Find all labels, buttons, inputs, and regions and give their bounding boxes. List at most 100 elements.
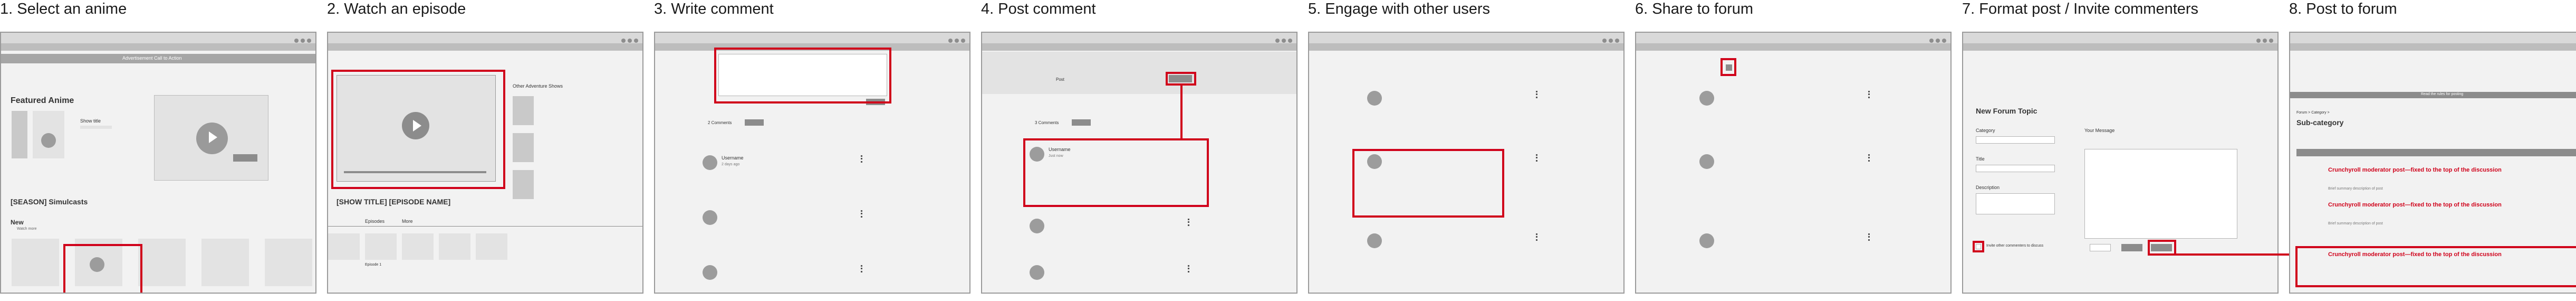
- avatar-icon: [1699, 233, 1714, 248]
- breadcrumb[interactable]: Forum > Category >: [2296, 111, 2330, 115]
- new-heading: New: [11, 219, 24, 226]
- forum-row-desc: Brief summary description of post: [2328, 222, 2383, 225]
- step-5-title: 5. Engage with other users: [1308, 1, 1490, 17]
- comment-input-area[interactable]: [982, 52, 1296, 94]
- browser-chrome: [1309, 33, 1623, 44]
- step-4-panel: 4. Post comment Post 3 Comments Username…: [981, 0, 1297, 301]
- comment-more-icon[interactable]: [1868, 233, 1871, 241]
- highlight-new-comment: [1023, 138, 1209, 207]
- anime-card-5[interactable]: [265, 239, 312, 286]
- avatar-icon: [1699, 91, 1714, 106]
- comment-count: 2 Comments: [708, 120, 732, 125]
- connector-line: [1180, 86, 1183, 139]
- comment-user[interactable]: Username: [722, 155, 744, 161]
- comment-more-icon[interactable]: [861, 265, 864, 272]
- forum-row-title[interactable]: Crunchyroll moderator post—fixed to the …: [2296, 202, 2576, 208]
- sort-dropdown[interactable]: [1072, 119, 1091, 126]
- step-2-title: 2. Watch an episode: [327, 1, 466, 17]
- avatar-icon: [1030, 219, 1044, 233]
- comment-more-icon[interactable]: [861, 210, 864, 218]
- browser-chrome: [1963, 33, 2277, 44]
- avatar-icon: [1030, 265, 1044, 280]
- browser-chrome: [2290, 33, 2576, 44]
- highlight-engage: [1352, 149, 1504, 218]
- episode-thumb-5[interactable]: [476, 233, 507, 260]
- step-7-panel: 7. Format post / Invite commenters New F…: [1962, 0, 2279, 301]
- comment-more-icon[interactable]: [1188, 219, 1191, 226]
- browser-chrome: [1636, 33, 1950, 44]
- wireframe-share: [1635, 32, 1952, 294]
- step-5-panel: 5. Engage with other users: [1308, 0, 1625, 301]
- step-3-title: 3. Write comment: [654, 1, 774, 17]
- nav-bar: [2290, 43, 2576, 51]
- nav-bar: [1636, 43, 1950, 51]
- highlight-select-anime: [63, 244, 142, 293]
- wireframe-browse: Advertisement Call to Action Featured An…: [0, 32, 316, 294]
- step-6-title: 6. Share to forum: [1635, 1, 1754, 17]
- highlight-share-icon: [1720, 58, 1736, 76]
- browser-chrome: [1, 33, 315, 44]
- comment-more-icon[interactable]: [1868, 154, 1871, 162]
- category-select[interactable]: [1976, 136, 2055, 144]
- highlight-post: [2148, 240, 2176, 256]
- featured-thumb-left[interactable]: [12, 111, 27, 158]
- comment-more-icon[interactable]: [1188, 265, 1191, 272]
- highlight-new-post: [2295, 246, 2576, 287]
- avatar-icon: [1699, 154, 1714, 169]
- featured-card-title: Show title: [80, 118, 101, 124]
- description-label: Description: [1976, 185, 2000, 190]
- title-label: Title: [1976, 156, 1985, 162]
- comment-count: 3 Comments: [1035, 120, 1059, 125]
- description-input[interactable]: [1976, 193, 2055, 214]
- nav-bar: [328, 43, 642, 51]
- title-input[interactable]: [1976, 165, 2055, 172]
- related-thumb-3[interactable]: [513, 170, 534, 199]
- tab-episodes[interactable]: Episodes: [365, 219, 385, 224]
- related-thumb-2[interactable]: [513, 133, 534, 162]
- preview-button[interactable]: [2121, 244, 2142, 251]
- wireframe-post-comment: Post 3 Comments Username Just now: [981, 32, 1297, 294]
- comment-more-icon[interactable]: [1536, 154, 1539, 162]
- cancel-button[interactable]: [2090, 244, 2111, 251]
- simulcasts-heading: [SEASON] Simulcasts: [11, 197, 88, 206]
- new-watch-more[interactable]: Watch more: [17, 227, 36, 231]
- forum-row-title[interactable]: Crunchyroll moderator post—fixed to the …: [2296, 167, 2576, 173]
- rules-note[interactable]: Read the rules for posting: [2421, 92, 2463, 96]
- featured-text-line: [80, 126, 112, 129]
- highlight-video: [331, 70, 505, 189]
- nav-bar: [1, 43, 315, 51]
- avatar-icon: [1367, 233, 1382, 248]
- wireframe-forum-list: Read the rules for posting Forum > Categ…: [2289, 32, 2576, 294]
- related-thumb-1[interactable]: [513, 96, 534, 125]
- subcategory-heading: Sub-category: [2296, 118, 2344, 127]
- episode-thumb-3[interactable]: [402, 233, 434, 260]
- anime-card-1[interactable]: [12, 239, 59, 286]
- episode-thumb-1[interactable]: [328, 233, 360, 260]
- browser-chrome: [655, 33, 969, 44]
- post-label: Post: [1056, 77, 1065, 82]
- ad-banner[interactable]: Advertisement Call to Action: [1, 54, 315, 63]
- tab-more[interactable]: More: [402, 219, 413, 224]
- wireframe-watch: Other Adventure Shows [SHOW TITLE] [EPIS…: [327, 32, 643, 294]
- nav-bar: [982, 43, 1296, 51]
- category-label: Category: [1976, 128, 1995, 133]
- hero-watch-button[interactable]: [233, 154, 257, 162]
- sort-dropdown[interactable]: [745, 119, 764, 126]
- step-8-panel: 8. Post to forum Read the rules for post…: [2289, 0, 2576, 301]
- anime-card-3[interactable]: [138, 239, 186, 286]
- message-input[interactable]: [2084, 149, 2237, 239]
- comment-more-icon[interactable]: [1536, 233, 1539, 241]
- comment-more-icon[interactable]: [1536, 91, 1539, 98]
- episode-thumb-2[interactable]: [365, 233, 397, 260]
- episode-thumb-4[interactable]: [439, 233, 470, 260]
- comment-time: 2 days ago: [722, 163, 740, 166]
- step-4-title: 4. Post comment: [981, 1, 1096, 17]
- anime-card-4[interactable]: [201, 239, 249, 286]
- avatar-icon: [1367, 91, 1382, 106]
- comment-more-icon[interactable]: [861, 155, 864, 163]
- avatar-icon: [703, 155, 717, 170]
- related-heading: Other Adventure Shows: [513, 83, 563, 89]
- comment-more-icon[interactable]: [1868, 91, 1871, 98]
- episode-title: [SHOW TITLE] [EPISODE NAME]: [337, 197, 451, 206]
- wireframe-comment: 2 Comments Username 2 days ago: [654, 32, 970, 294]
